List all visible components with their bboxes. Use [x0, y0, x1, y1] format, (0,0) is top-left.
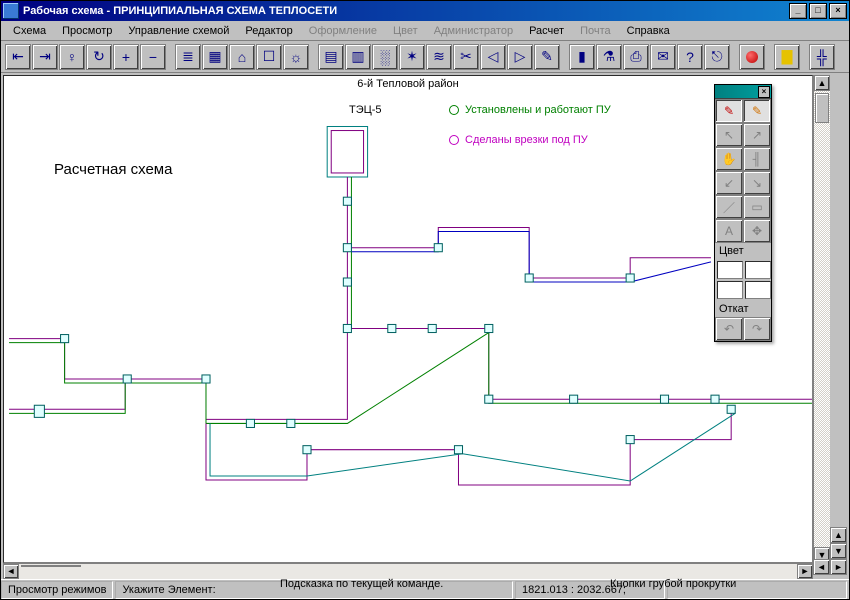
toolbar-table-button[interactable]: ▦	[202, 44, 228, 70]
network-diagram	[4, 76, 812, 520]
tool-palette[interactable]: × ✎✎↖↗✋╢↙↘／▭A✥ Цвет Откат ↶ ↷	[714, 84, 772, 342]
toolbar-nav-right-button[interactable]: ⇥	[32, 44, 58, 70]
toolbar-spark-button[interactable]: ✶	[399, 44, 425, 70]
toolbar-arrow-l-button[interactable]: ◁	[480, 44, 506, 70]
callout-hint: Подсказка по текущей команде.	[280, 578, 443, 590]
palette-text-a-button[interactable]: A	[715, 219, 743, 243]
toolbar-scissors-button[interactable]: ✂	[453, 44, 479, 70]
menu-администратор: Администратор	[426, 23, 521, 39]
menu-bar: СхемаПросмотрУправление схемойРедакторОф…	[1, 21, 849, 41]
palette-section-undo: Откат	[715, 301, 771, 317]
window-title: Рабочая схема - ПРИНЦИПИАЛЬНАЯ СХЕМА ТЕП…	[23, 5, 789, 17]
menu-редактор[interactable]: Редактор	[237, 23, 300, 39]
toolbar: ⇤⇥♀↻+−≣▦⌂☐☼ ▤▥░✶≋✂◁▷✎ ▮⚗⎙✉?⎋ ▇ ╬	[1, 41, 849, 73]
schematic-canvas[interactable]: 6-й Тепловой район ТЭЦ-5 Расчетная схема…	[3, 75, 813, 563]
palette-edit-orange-button[interactable]: ✎	[743, 99, 771, 123]
palette-edit-red-button[interactable]: ✎	[715, 99, 743, 123]
toolbar-nav-next-button[interactable]: ♀	[59, 44, 85, 70]
toolbar-spray-button[interactable]: ░	[372, 44, 398, 70]
toolbar-palette-yellow-button[interactable]: ▇	[774, 44, 800, 70]
vertical-scrollbar[interactable]: ▲ ▼	[813, 75, 830, 563]
color-swatches	[715, 259, 771, 301]
menu-управление-схемой[interactable]: Управление схемой	[120, 23, 237, 39]
toolbar-pipette-button[interactable]: ✎	[534, 44, 560, 70]
app-window: Рабочая схема - ПРИНЦИПИАЛЬНАЯ СХЕМА ТЕП…	[0, 0, 850, 600]
toolbar-brush-button[interactable]: ▥	[345, 44, 371, 70]
undo-button[interactable]: ↶	[715, 317, 743, 341]
toolbar-flask-button[interactable]: ⚗	[596, 44, 622, 70]
toolbar-exit-button[interactable]: ⎋	[704, 44, 730, 70]
scroll-up-button[interactable]: ▲	[814, 75, 830, 91]
scroll-left-button[interactable]: ◄	[3, 564, 19, 579]
scroll-thumb[interactable]	[815, 93, 829, 123]
toolbar-arrow-r-button[interactable]: ▷	[507, 44, 533, 70]
canvas-wrapper: 6-й Тепловой район ТЭЦ-5 Расчетная схема…	[3, 75, 847, 579]
palette-arrow-se-button[interactable]: ↘	[743, 171, 771, 195]
menu-просмотр[interactable]: Просмотр	[54, 23, 120, 39]
toolbar-help-button[interactable]: ?	[677, 44, 703, 70]
menu-схема[interactable]: Схема	[5, 23, 54, 39]
palette-move-button[interactable]: ✥	[743, 219, 771, 243]
app-icon	[3, 3, 19, 19]
maximize-button[interactable]: □	[809, 3, 827, 19]
callout-coarse: Кнопки грубой прокрутки	[610, 578, 736, 590]
toolbar-zigzag-button[interactable]: ≋	[426, 44, 452, 70]
coarse-up-button[interactable]: ▲	[830, 527, 847, 543]
toolbar-record-button[interactable]	[739, 44, 765, 70]
coarse-right-button[interactable]: ►	[830, 559, 847, 575]
toolbar-house-button[interactable]: ⌂	[229, 44, 255, 70]
palette-section-color: Цвет	[715, 243, 771, 259]
toolbar-network-tool-button[interactable]: ╬	[809, 44, 835, 70]
titlebar: Рабочая схема - ПРИНЦИПИАЛЬНАЯ СХЕМА ТЕП…	[1, 1, 849, 21]
toolbar-sun-button[interactable]: ☼	[283, 44, 309, 70]
color-swatch[interactable]	[717, 281, 743, 299]
toolbar-zoom-out-button[interactable]: −	[140, 44, 166, 70]
client-area: 6-й Тепловой район ТЭЦ-5 Расчетная схема…	[1, 73, 849, 599]
toolbar-zoom-in-button[interactable]: +	[113, 44, 139, 70]
palette-titlebar[interactable]: ×	[715, 85, 771, 99]
palette-line-button[interactable]: ／	[715, 195, 743, 219]
coarse-scroll-pad: ▲ ▼ ◄ ►	[813, 527, 847, 579]
palette-arrow-sw-button[interactable]: ↙	[715, 171, 743, 195]
scroll-track[interactable]	[19, 564, 797, 579]
color-swatch[interactable]	[717, 261, 743, 279]
toolbar-bars-button[interactable]: ▮	[569, 44, 595, 70]
menu-оформление: Оформление	[301, 23, 385, 39]
toolbar-refresh-button[interactable]: ↻	[86, 44, 112, 70]
palette-tool-grid: ✎✎↖↗✋╢↙↘／▭A✥	[715, 99, 771, 243]
color-swatch[interactable]	[745, 261, 771, 279]
palette-hand-button[interactable]: ✋	[715, 147, 743, 171]
palette-branch-button[interactable]: ╢	[743, 147, 771, 171]
coarse-left-button[interactable]: ◄	[813, 559, 830, 575]
toolbar-notes-button[interactable]: ≣	[175, 44, 201, 70]
toolbar-new-button[interactable]: ☐	[256, 44, 282, 70]
color-swatch[interactable]	[745, 281, 771, 299]
close-button[interactable]: ×	[829, 3, 847, 19]
menu-справка[interactable]: Справка	[619, 23, 678, 39]
toolbar-printer-button[interactable]: ⎙	[623, 44, 649, 70]
menu-цвет: Цвет	[385, 23, 426, 39]
scroll-right-button[interactable]: ►	[797, 564, 813, 579]
toolbar-paint-button[interactable]: ▤	[318, 44, 344, 70]
redo-button[interactable]: ↷	[743, 317, 771, 341]
palette-rect-button[interactable]: ▭	[743, 195, 771, 219]
horizontal-scrollbar[interactable]: ◄ ►	[3, 563, 813, 579]
palette-close-button[interactable]: ×	[758, 86, 770, 98]
coarse-down-button[interactable]: ▼	[830, 543, 847, 559]
menu-почта: Почта	[572, 23, 619, 39]
toolbar-mail-button[interactable]: ✉	[650, 44, 676, 70]
minimize-button[interactable]: _	[789, 3, 807, 19]
scroll-thumb[interactable]	[21, 565, 81, 567]
palette-arrow-nw-button[interactable]: ↖	[715, 123, 743, 147]
status-mode: Просмотр режимов	[1, 581, 113, 599]
system-buttons: _ □ ×	[789, 3, 847, 19]
scroll-track[interactable]	[814, 91, 830, 547]
palette-arrow-ne-button[interactable]: ↗	[743, 123, 771, 147]
toolbar-nav-left-button[interactable]: ⇤	[5, 44, 31, 70]
menu-расчет[interactable]: Расчет	[521, 23, 572, 39]
